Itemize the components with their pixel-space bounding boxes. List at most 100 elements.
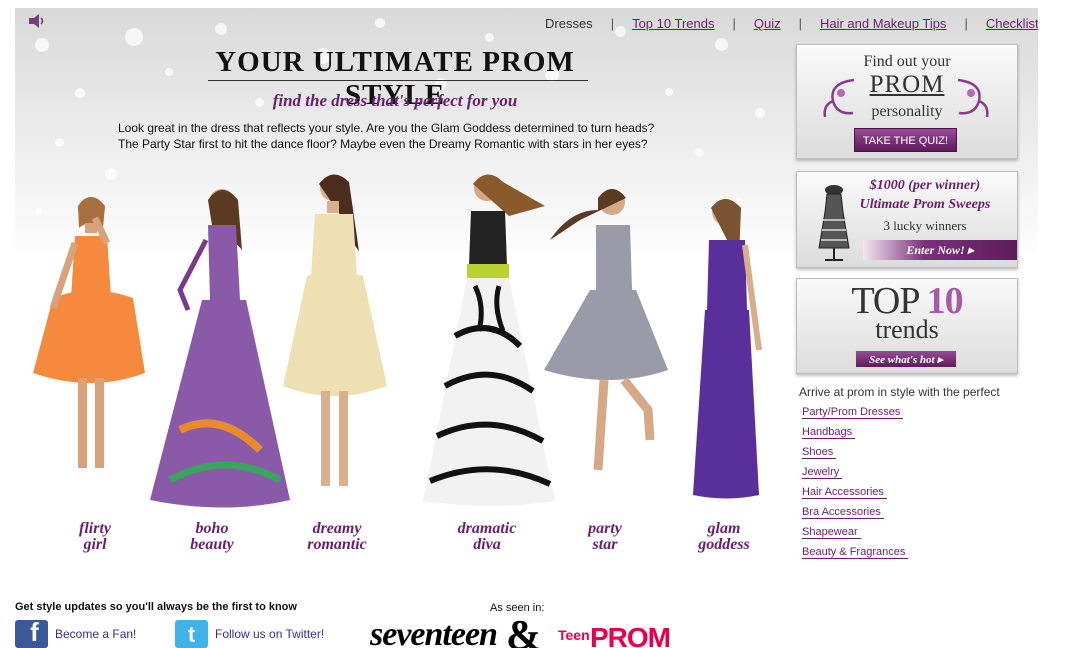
intro-text: Look great in the dress that reflects yo…: [118, 120, 688, 152]
dress-skirt: [33, 290, 145, 383]
style-label-dramatic-diva[interactable]: dramatic diva: [435, 521, 539, 553]
dress-bodice: [311, 214, 357, 276]
shop-link-hair-accessories[interactable]: Hair Accessories: [802, 486, 887, 499]
twitter-icon[interactable]: t: [175, 620, 208, 648]
style-label-dreamy-romantic[interactable]: dreamy romantic: [290, 521, 384, 553]
seventeen-logo: seventeen: [370, 616, 498, 648]
shop-intro: Arrive at prom in style with the perfect: [799, 385, 1000, 399]
nav-quiz[interactable]: Quiz: [754, 16, 781, 31]
list-item: Beauty & Fragrances: [802, 545, 909, 565]
sparkle-dot: [125, 28, 143, 46]
sweeps-winners: 3 lucky winners: [883, 218, 967, 233]
style-label-line: dramatic: [457, 520, 517, 537]
sparkle-dot: [665, 88, 673, 96]
sparkle-dot: [215, 23, 227, 35]
dress-bodice: [208, 225, 240, 300]
style-label-line: diva: [473, 536, 501, 553]
dress-skirt: [283, 271, 387, 396]
title-divider: [208, 80, 588, 81]
nav-dresses[interactable]: Dresses: [545, 16, 593, 31]
dress-bodice: [469, 211, 507, 266]
style-figure-dreamy-romantic[interactable]: [277, 166, 397, 506]
page-subtitle: find the dress that's perfect for you: [272, 91, 518, 110]
quiz-promo-line-3: personality: [871, 103, 943, 120]
shop-link-party-prom-dresses[interactable]: Party/Prom Dresses: [802, 406, 904, 419]
style-label-flirty-girl[interactable]: flirty girl: [50, 521, 140, 553]
teen-prom-logo-teen: Teen: [558, 627, 590, 643]
quiz-promo-line-1: Find out your: [863, 53, 951, 70]
sparkle-dot: [485, 33, 494, 42]
sweeps-prize: $1000 (per winner): [869, 178, 981, 193]
nav-separator: |: [964, 16, 968, 31]
shop-link-shoes[interactable]: Shoes: [802, 446, 837, 459]
style-label-line: dreamy: [312, 520, 362, 537]
sparkle-dot: [35, 38, 49, 52]
sparkle-dot: [715, 38, 728, 51]
style-label-line: beauty: [190, 536, 234, 553]
shop-link-beauty-fragrances[interactable]: Beauty & Fragrances: [802, 546, 909, 559]
facebook-icon[interactable]: f: [15, 617, 48, 648]
dress-bodice: [707, 240, 747, 310]
trends-promo[interactable]: TOP 10 trends See what's hot ▸: [796, 278, 1018, 374]
logo-ampersand: &: [506, 613, 541, 648]
social-heading: Get style updates so you'll always be th…: [15, 601, 297, 613]
list-item: Shapewear: [802, 525, 908, 545]
style-label-line: girl: [83, 536, 107, 553]
nav-separator: |: [798, 16, 802, 31]
shop-link-jewelry[interactable]: Jewelry: [802, 466, 843, 479]
style-figure-glam-goddess[interactable]: [683, 190, 773, 500]
page-banner: Dresses | Top 10 Trends | Quiz | Hair an…: [15, 8, 1038, 580]
style-label-line: party: [588, 520, 622, 537]
style-label-line: boho: [195, 520, 229, 537]
style-label-line: flirty: [79, 520, 111, 537]
style-figure-party-star[interactable]: [540, 180, 670, 480]
sweeps-title: Ultimate Prom Sweeps: [859, 197, 991, 212]
facebook-fan-link[interactable]: f Become a Fan!: [15, 617, 136, 648]
teen-prom-logo-prom: PROM: [590, 622, 671, 648]
shop-link-bra-accessories[interactable]: Bra Accessories: [802, 506, 884, 519]
style-label-line: romantic: [307, 536, 367, 553]
sparkle-dot: [75, 88, 85, 98]
sparkle-dot: [755, 108, 765, 118]
twitter-follow-link[interactable]: t Follow us on Twitter!: [175, 620, 324, 648]
sparkle-dot: [55, 138, 64, 147]
list-item: Handbags: [802, 425, 908, 445]
shop-link-shapewear[interactable]: Shapewear: [802, 526, 861, 539]
nav-hair-makeup-tips[interactable]: Hair and Makeup Tips: [820, 16, 946, 31]
quiz-promo[interactable]: Find out your PROM personality TAKE THE …: [796, 44, 1018, 159]
shop-link-handbags[interactable]: Handbags: [802, 426, 856, 439]
dress-bodice: [596, 225, 632, 290]
trends-word: trends: [875, 315, 939, 344]
twitter-follow-label[interactable]: Follow us on Twitter!: [215, 627, 324, 641]
list-item: Party/Prom Dresses: [802, 405, 908, 425]
quiz-promo-headline: PROM: [869, 71, 945, 98]
style-label-boho-beauty[interactable]: boho beauty: [167, 521, 257, 553]
style-figure-boho-beauty[interactable]: [140, 180, 300, 510]
style-label-line: goddess: [698, 536, 750, 553]
style-label-line: star: [592, 536, 618, 553]
enter-now-button[interactable]: Enter Now! ▸: [863, 240, 1017, 260]
sparkle-dot: [695, 148, 704, 157]
nav-checklist[interactable]: Checklist: [986, 16, 1038, 31]
sweeps-promo[interactable]: $1000 (per winner) Ultimate Prom Sweeps …: [796, 171, 1018, 268]
dress-skirt: [693, 310, 759, 499]
dress-skirt: [544, 290, 668, 380]
style-label-party-star[interactable]: party star: [560, 521, 650, 553]
intro-line-2: The Party Star first to hit the dance fl…: [118, 137, 648, 151]
see-whats-hot-button[interactable]: See what's hot ▸: [855, 350, 957, 368]
list-item: Hair Accessories: [802, 485, 908, 505]
facebook-fan-label[interactable]: Become a Fan!: [55, 627, 136, 641]
intro-line-1: Look great in the dress that reflects yo…: [118, 121, 655, 135]
shop-links: Party/Prom Dresses Handbags Shoes Jewelr…: [802, 405, 909, 565]
style-label-glam-goddess[interactable]: glam goddess: [679, 521, 769, 553]
speaker-icon[interactable]: [29, 14, 47, 28]
list-item: Bra Accessories: [802, 505, 908, 525]
style-figure-flirty-girl[interactable]: [23, 188, 153, 488]
list-item: Jewelry: [802, 465, 908, 485]
style-label-line: glam: [707, 520, 741, 537]
top-navigation: Dresses | Top 10 Trends | Quiz | Hair an…: [545, 16, 1038, 31]
nav-top-10-trends[interactable]: Top 10 Trends: [632, 16, 714, 31]
list-item: Shoes: [802, 445, 908, 465]
take-quiz-button[interactable]: TAKE THE QUIZ!: [854, 128, 957, 152]
nav-separator: |: [610, 16, 615, 31]
